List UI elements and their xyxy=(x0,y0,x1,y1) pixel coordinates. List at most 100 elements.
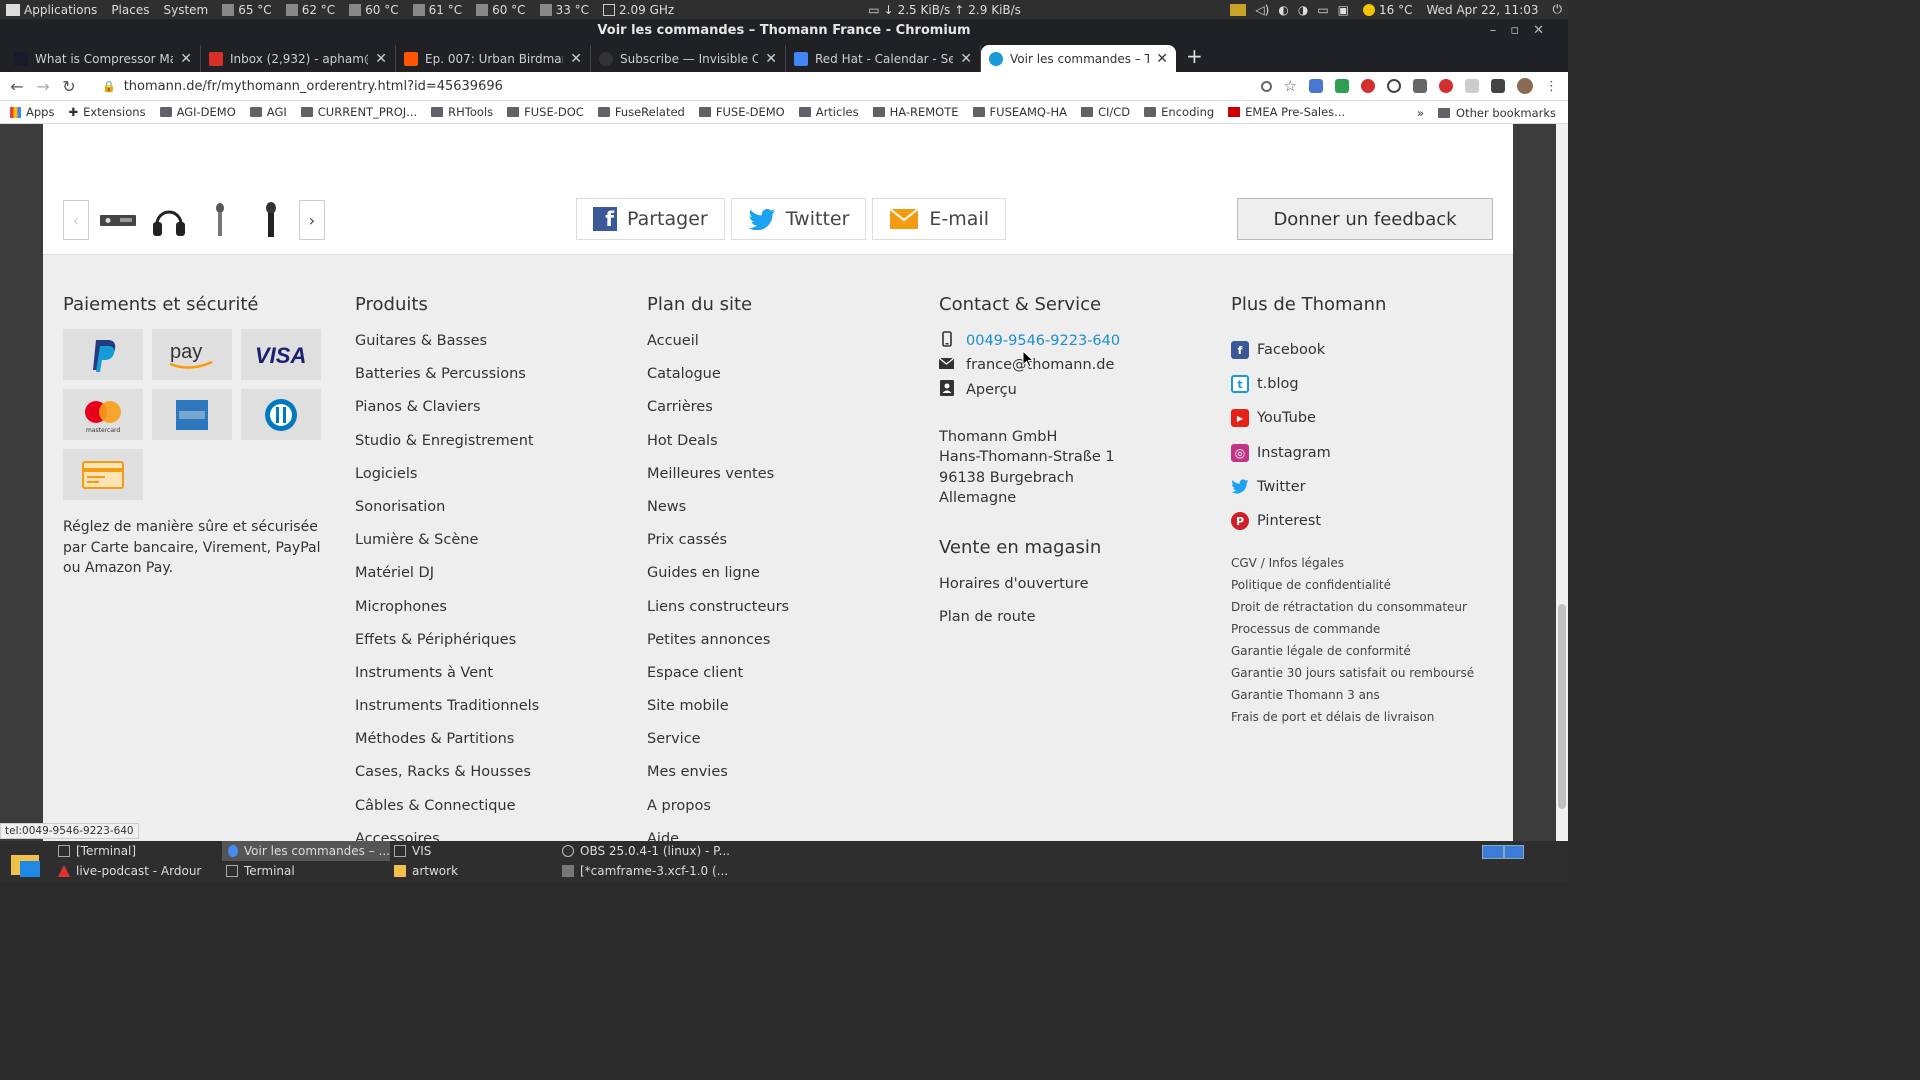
clock[interactable]: Wed Apr 22, 11:03 xyxy=(1426,3,1538,17)
carousel-next-button[interactable]: › xyxy=(299,200,325,240)
legal-link[interactable]: Politique de confidentialité xyxy=(1231,578,1474,600)
extension-icon[interactable] xyxy=(1309,79,1323,93)
bookmark-emea[interactable]: EMEA Pre-Sales... xyxy=(1228,105,1345,119)
plan-link[interactable]: Hot Deals xyxy=(647,433,789,466)
tab-soundcloud[interactable]: Ep. 007: Urban Birdman by✕ xyxy=(396,45,591,72)
social-facebook-link[interactable]: f Facebook xyxy=(1231,333,1474,367)
store-route-link[interactable]: Plan de route xyxy=(939,609,1120,642)
plan-link[interactable]: A propos xyxy=(647,798,789,831)
close-tab-icon[interactable]: ✕ xyxy=(375,51,387,67)
close-tab-icon[interactable]: ✕ xyxy=(1156,51,1168,67)
taskbar-item-ardour[interactable]: live-podcast - Ardour xyxy=(58,861,218,881)
plan-link[interactable]: Accueil xyxy=(647,333,789,366)
produits-link[interactable]: Logiciels xyxy=(355,466,539,499)
forward-icon[interactable]: → xyxy=(30,77,56,96)
extension-icon[interactable] xyxy=(1413,79,1427,93)
produits-link[interactable]: Batteries & Percussions xyxy=(355,366,539,399)
plan-link[interactable]: Mes envies xyxy=(647,764,789,797)
close-tab-icon[interactable]: ✕ xyxy=(570,51,582,67)
taskbar-item-chromium[interactable]: Voir les commandes – ... xyxy=(222,841,390,861)
produits-link[interactable]: Lumière & Scène xyxy=(355,532,539,565)
tab-thomann-active[interactable]: Voir les commandes – Thor✕ xyxy=(981,45,1176,72)
window-controls[interactable]: –▫✕ xyxy=(1490,19,1558,43)
tab-compressor[interactable]: What is Compressor Make✕ xyxy=(6,45,201,72)
produits-link[interactable]: Microphones xyxy=(355,599,539,632)
carousel-prev-button[interactable]: ‹ xyxy=(63,200,89,240)
store-hours-link[interactable]: Horaires d'ouverture xyxy=(939,576,1120,609)
reload-icon[interactable]: ↻ xyxy=(56,77,82,96)
bookmark-folder[interactable]: CURRENT_PROJ... xyxy=(300,105,417,119)
plan-link[interactable]: Liens constructeurs xyxy=(647,599,789,632)
address-bar[interactable]: 🔒 thomann.de/fr/mythomann_orderentry.htm… xyxy=(102,79,1261,94)
close-tab-icon[interactable]: ✕ xyxy=(960,51,972,67)
bookmark-folder[interactable]: AGI-DEMO xyxy=(159,105,236,119)
bookmark-folder[interactable]: RHTools xyxy=(431,105,493,119)
infos-legales-link[interactable]: Infos légales xyxy=(1269,556,1344,570)
legal-link[interactable]: Processus de commande xyxy=(1231,622,1474,644)
extension-icon[interactable] xyxy=(1465,79,1479,93)
workspace-switcher[interactable] xyxy=(1482,844,1524,860)
extension-icon[interactable] xyxy=(1335,79,1349,93)
media-icon[interactable] xyxy=(1491,79,1505,93)
share-facebook-button[interactable]: f Partager xyxy=(576,198,725,240)
close-tab-icon[interactable]: ✕ xyxy=(180,51,192,67)
plan-link[interactable]: Catalogue xyxy=(647,366,789,399)
star-icon[interactable]: ☆ xyxy=(1284,77,1297,95)
feedback-button[interactable]: Donner un feedback xyxy=(1237,198,1493,240)
social-youtube-link[interactable]: ▶ YouTube xyxy=(1231,401,1474,435)
produits-link[interactable]: Accessoires xyxy=(355,831,539,841)
product-thumb-headphones[interactable] xyxy=(146,200,191,240)
taskbar-item-terminal-2[interactable]: Terminal xyxy=(226,861,386,881)
workspace-2[interactable] xyxy=(1504,845,1524,859)
bookmark-folder[interactable]: Encoding xyxy=(1144,105,1214,119)
taskbar-item-artwork[interactable]: artwork xyxy=(394,861,554,881)
workspace-1[interactable] xyxy=(1482,845,1504,859)
places-menu[interactable]: Places xyxy=(111,3,149,17)
social-instagram-link[interactable]: ◎ Instagram xyxy=(1231,436,1474,470)
bookmark-folder[interactable]: FUSEAMQ-HA xyxy=(972,105,1067,119)
produits-link[interactable]: Studio & Enregistrement xyxy=(355,433,539,466)
weather[interactable]: 16 °C xyxy=(1363,3,1412,17)
bookmark-folder[interactable]: FuseRelated xyxy=(597,105,685,119)
plan-link[interactable]: News xyxy=(647,499,789,532)
legal-link[interactable]: Droit de rétractation du consommateur xyxy=(1231,600,1474,622)
tab-inbox[interactable]: Inbox (2,932) - apham@re✕ xyxy=(201,45,396,72)
social-twitter-link[interactable]: Twitter xyxy=(1231,470,1474,504)
share-twitter-button[interactable]: Twitter xyxy=(730,198,867,240)
extension-icon[interactable] xyxy=(1387,79,1401,93)
avatar[interactable] xyxy=(1517,78,1533,94)
share-email-button[interactable]: E-mail xyxy=(872,198,1006,240)
url-text[interactable]: thomann.de/fr/mythomann_orderentry.html?… xyxy=(124,79,503,94)
adblock-icon[interactable] xyxy=(1361,79,1375,93)
bookmark-folder[interactable]: FUSE-DOC xyxy=(507,105,584,119)
taskbar-item-obs[interactable]: OBS 25.0.4-1 (linux) - P... xyxy=(562,841,732,861)
plan-link[interactable]: Prix cassés xyxy=(647,532,789,565)
produits-link[interactable]: Instruments à Vent xyxy=(355,665,539,698)
produits-link[interactable]: Câbles & Connectique xyxy=(355,798,539,831)
scrollbar-thumb[interactable] xyxy=(1558,604,1566,809)
file-manager-icon[interactable] xyxy=(8,844,42,880)
page-scrollbar[interactable] xyxy=(1556,124,1568,841)
tab-invisible-city[interactable]: Subscribe — Invisible City✕ xyxy=(591,45,786,72)
produits-link[interactable]: Matériel DJ xyxy=(355,565,539,598)
produits-link[interactable]: Sonorisation xyxy=(355,499,539,532)
produits-link[interactable]: Effets & Périphériques xyxy=(355,632,539,665)
bookmark-folder[interactable]: HA-REMOTE xyxy=(872,105,959,119)
extension-icon[interactable] xyxy=(1439,79,1453,93)
social-tblog-link[interactable]: t t.blog xyxy=(1231,367,1474,401)
phone-link[interactable]: 0049-9546-9223-640 xyxy=(966,333,1120,349)
power-icon[interactable]: ⏻ xyxy=(1553,2,1563,17)
produits-link[interactable]: Pianos & Claviers xyxy=(355,399,539,432)
plan-link[interactable]: Meilleures ventes xyxy=(647,466,789,499)
produits-link[interactable]: Cases, Racks & Housses xyxy=(355,764,539,797)
more-bookmarks-icon[interactable]: » xyxy=(1417,106,1424,120)
bookmark-apps[interactable]: Apps xyxy=(10,105,54,119)
plan-link[interactable]: Aide xyxy=(647,831,789,841)
applications-menu[interactable]: Applications xyxy=(6,3,97,17)
tray-icons[interactable]: ◁) ◐ ◑ ▭ ▣ xyxy=(1230,3,1349,17)
bookmark-folder[interactable]: CI/CD xyxy=(1080,105,1130,119)
back-icon[interactable]: ← xyxy=(4,77,30,96)
product-thumb-interface[interactable] xyxy=(95,200,140,240)
legal-link[interactable]: Garantie Thomann 3 ans xyxy=(1231,688,1474,710)
menu-icon[interactable]: ⋮ xyxy=(1545,79,1558,94)
